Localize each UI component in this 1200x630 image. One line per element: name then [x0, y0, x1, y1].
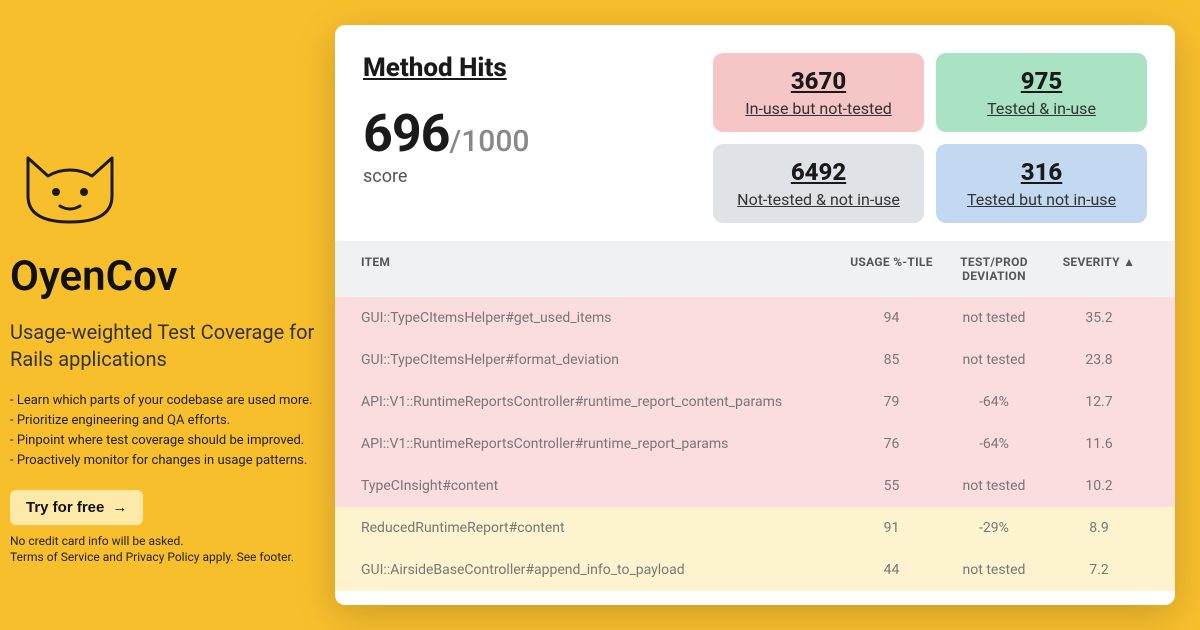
score-block: Method Hits 696/1000 score	[363, 53, 693, 223]
panel-title[interactable]: Method Hits	[363, 53, 693, 83]
table-body: GUI::TypeCItemsHelper#get_used_items94no…	[335, 297, 1175, 591]
try-for-free-button[interactable]: Try for free →	[10, 490, 143, 525]
arrow-right-icon: →	[112, 499, 127, 516]
bullet-item: - Prioritize engineering and QA efforts.	[10, 411, 320, 431]
feature-bullets: - Learn which parts of your codebase are…	[10, 391, 320, 472]
cell-item: ReducedRuntimeReport#content	[361, 520, 844, 536]
card-tested-not-in-use[interactable]: 316 Tested but not in-use	[936, 144, 1147, 223]
cell-deviation: -64%	[939, 436, 1049, 452]
cell-usage: 94	[844, 310, 939, 326]
table-header: ITEM USAGE %-TILE TEST/PROD DEVIATION SE…	[335, 241, 1175, 297]
cell-severity: 12.7	[1049, 394, 1149, 410]
col-severity[interactable]: SEVERITY ▲	[1049, 255, 1149, 283]
score-value: 696/1000	[363, 103, 693, 164]
card-tested-in-use[interactable]: 975 Tested & in-use	[936, 53, 1147, 132]
cell-severity: 7.2	[1049, 562, 1149, 578]
cell-item: GUI::TypeCItemsHelper#get_used_items	[361, 310, 844, 326]
panel-header: Method Hits 696/1000 score 3670 In-use b…	[335, 25, 1175, 241]
score-label: score	[363, 166, 693, 187]
brand-name: OyenCov	[10, 252, 320, 301]
cell-item: API::V1::RuntimeReportsController#runtim…	[361, 394, 844, 410]
sidebar: OyenCov Usage-weighted Test Coverage for…	[10, 140, 320, 566]
cta-note: No credit card info will be asked. Terms…	[10, 533, 320, 567]
table-row[interactable]: GUI::TypeCItemsHelper#get_used_items94no…	[335, 297, 1175, 339]
cell-severity: 11.6	[1049, 436, 1149, 452]
card-in-use-not-tested[interactable]: 3670 In-use but not-tested	[713, 53, 924, 132]
cell-usage: 76	[844, 436, 939, 452]
cell-usage: 91	[844, 520, 939, 536]
col-deviation[interactable]: TEST/PROD DEVIATION	[939, 255, 1049, 283]
cta-label: Try for free	[26, 499, 104, 516]
table-row[interactable]: API::V1::RuntimeReportsController#runtim…	[335, 423, 1175, 465]
cell-severity: 23.8	[1049, 352, 1149, 368]
cell-usage: 55	[844, 478, 939, 494]
table-row[interactable]: API::V1::RuntimeReportsController#runtim…	[335, 381, 1175, 423]
tagline: Usage-weighted Test Coverage for Rails a…	[10, 319, 320, 373]
table-row[interactable]: GUI::AirsideBaseController#append_info_t…	[335, 549, 1175, 591]
dashboard-panel: Method Hits 696/1000 score 3670 In-use b…	[335, 25, 1175, 605]
col-item[interactable]: ITEM	[361, 255, 844, 283]
cell-deviation: not tested	[939, 310, 1049, 326]
table-row[interactable]: GUI::TypeCItemsHelper#format_deviation85…	[335, 339, 1175, 381]
bullet-item: - Proactively monitor for changes in usa…	[10, 451, 320, 471]
cell-item: GUI::TypeCItemsHelper#format_deviation	[361, 352, 844, 368]
cell-deviation: -29%	[939, 520, 1049, 536]
table-row[interactable]: ReducedRuntimeReport#content91-29%8.9	[335, 507, 1175, 549]
cell-severity: 8.9	[1049, 520, 1149, 536]
card-not-tested-not-in-use[interactable]: 6492 Not-tested & not in-use	[713, 144, 924, 223]
cell-item: TypeCInsight#content	[361, 478, 844, 494]
cell-usage: 79	[844, 394, 939, 410]
cell-deviation: not tested	[939, 562, 1049, 578]
cell-deviation: not tested	[939, 478, 1049, 494]
cat-logo-icon	[10, 140, 130, 230]
cell-deviation: -64%	[939, 394, 1049, 410]
bullet-item: - Pinpoint where test coverage should be…	[10, 431, 320, 451]
cell-usage: 44	[844, 562, 939, 578]
cell-severity: 35.2	[1049, 310, 1149, 326]
cell-usage: 85	[844, 352, 939, 368]
bullet-item: - Learn which parts of your codebase are…	[10, 391, 320, 411]
table-row[interactable]: TypeCInsight#content55not tested10.2	[335, 465, 1175, 507]
summary-cards: 3670 In-use but not-tested 975 Tested & …	[713, 53, 1147, 223]
cell-severity: 10.2	[1049, 478, 1149, 494]
cell-item: API::V1::RuntimeReportsController#runtim…	[361, 436, 844, 452]
cell-deviation: not tested	[939, 352, 1049, 368]
methods-table: ITEM USAGE %-TILE TEST/PROD DEVIATION SE…	[335, 241, 1175, 591]
col-usage[interactable]: USAGE %-TILE	[844, 255, 939, 283]
cell-item: GUI::AirsideBaseController#append_info_t…	[361, 562, 844, 578]
